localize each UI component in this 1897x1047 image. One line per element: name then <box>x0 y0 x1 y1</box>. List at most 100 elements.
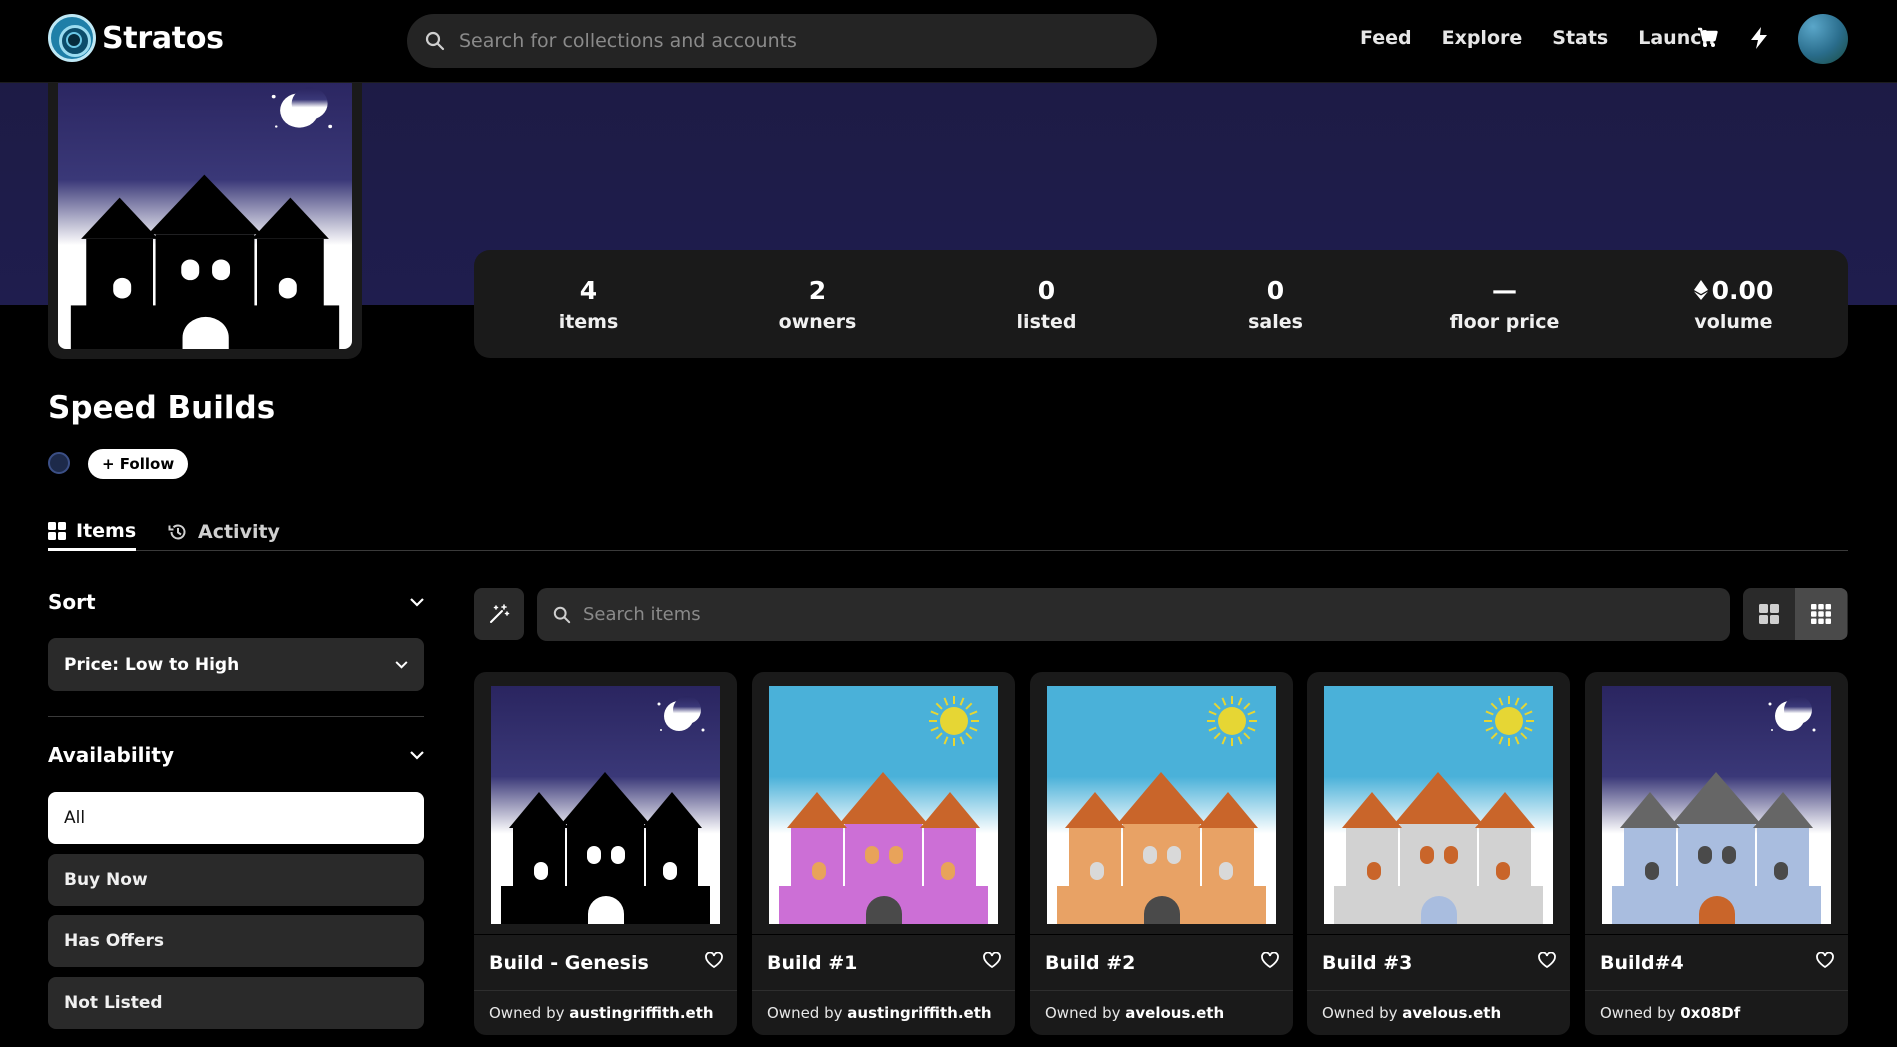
owned-by-prefix: Owned by <box>1322 1004 1398 1022</box>
stat-label: items <box>558 310 619 333</box>
card-divider <box>1030 934 1293 935</box>
heart-icon[interactable] <box>1261 952 1279 968</box>
owner-name[interactable]: 0x08Df <box>1680 1004 1740 1022</box>
item-card[interactable]: Build #3 Owned by avelous.eth <box>1307 672 1570 1035</box>
tab-activity-label: Activity <box>198 521 280 543</box>
stat-value: 0.00 <box>1711 275 1774 305</box>
stat-sales: 0 sales <box>1161 276 1390 333</box>
user-avatar[interactable] <box>1798 14 1848 64</box>
history-icon <box>168 524 186 540</box>
small-grid-view-button[interactable] <box>1795 588 1847 640</box>
item-owner: Owned by 0x08Df <box>1600 1004 1740 1022</box>
nav-links: Feed Explore Stats Launch <box>1360 27 1745 49</box>
collection-stats: 4 items 2 owners 0 listed 0 sales — floo… <box>474 250 1848 358</box>
card-divider <box>1307 990 1570 991</box>
stat-listed: 0 listed <box>932 276 1161 333</box>
card-divider <box>1585 934 1848 935</box>
item-image <box>769 686 998 924</box>
availability-option-all[interactable]: All <box>48 792 424 844</box>
item-owner: Owned by austingriffith.eth <box>767 1004 992 1022</box>
items-search-input[interactable] <box>583 604 1683 625</box>
tab-items-label: Items <box>76 520 137 542</box>
sort-select[interactable]: Price: Low to High <box>48 638 424 691</box>
card-divider <box>1030 990 1293 991</box>
tab-items[interactable]: Items <box>48 514 137 551</box>
item-image <box>1047 686 1276 924</box>
item-card[interactable]: Build - Genesis Owned by austingriffith.… <box>474 672 737 1035</box>
availability-option-has-offers[interactable]: Has Offers <box>48 915 424 967</box>
item-owner: Owned by avelous.eth <box>1322 1004 1501 1022</box>
card-divider <box>752 934 1015 935</box>
card-divider <box>1307 934 1570 935</box>
nav-link-stats[interactable]: Stats <box>1552 27 1608 49</box>
heart-icon[interactable] <box>705 952 723 968</box>
stat-value: 4 <box>579 275 598 305</box>
item-name: Build #2 <box>1045 952 1136 974</box>
search-icon <box>425 31 445 51</box>
collection-castle-image <box>58 76 352 349</box>
heart-icon[interactable] <box>983 952 1001 968</box>
sun-icon <box>929 696 979 746</box>
large-grid-icon <box>1759 604 1779 624</box>
item-name: Build #3 <box>1322 952 1413 974</box>
brand-name: Stratos <box>102 20 224 56</box>
owned-by-prefix: Owned by <box>489 1004 565 1022</box>
owned-by-prefix: Owned by <box>1600 1004 1676 1022</box>
stat-items: 4 items <box>474 276 703 333</box>
sort-filter-header[interactable]: Sort <box>48 590 424 614</box>
stat-label: listed <box>1016 310 1077 333</box>
nav-link-feed[interactable]: Feed <box>1360 27 1412 49</box>
collection-title: Speed Builds <box>48 390 276 426</box>
items-search-bar[interactable] <box>537 588 1730 641</box>
eth-icon <box>1693 280 1708 300</box>
magic-wand-icon <box>490 604 510 623</box>
nav-link-explore[interactable]: Explore <box>1442 27 1523 49</box>
chevron-down-icon <box>410 597 424 607</box>
chevron-down-icon <box>410 750 424 760</box>
cart-icon[interactable] <box>1696 26 1720 50</box>
availability-filter-header[interactable]: Availability <box>48 743 424 767</box>
heart-icon[interactable] <box>1816 952 1834 968</box>
stat-volume-value: 0.00 <box>1619 276 1848 305</box>
large-grid-view-button[interactable] <box>1743 588 1795 640</box>
view-toggle <box>1743 588 1848 640</box>
collection-tabs: Items Activity <box>48 514 1848 551</box>
global-search-bar[interactable] <box>407 14 1157 68</box>
stat-value: — <box>1492 275 1517 305</box>
stat-label: owners <box>778 310 857 333</box>
brand-logo[interactable]: Stratos <box>48 14 224 62</box>
small-grid-icon <box>1811 604 1831 624</box>
owner-name[interactable]: austingriffith.eth <box>569 1004 713 1022</box>
stat-value: 2 <box>808 275 827 305</box>
item-image <box>1324 686 1553 924</box>
tab-activity[interactable]: Activity <box>168 514 280 550</box>
search-icon <box>553 606 571 623</box>
stat-value: 0 <box>1266 275 1285 305</box>
top-navigation-bar: Stratos Feed Explore Stats Launch <box>0 0 1897 83</box>
lightning-icon[interactable] <box>1748 26 1770 50</box>
stat-value: 0 <box>1037 275 1056 305</box>
item-card[interactable]: Build #1 Owned by austingriffith.eth <box>752 672 1015 1035</box>
availability-heading: Availability <box>48 743 174 767</box>
item-name: Build #1 <box>767 952 858 974</box>
heart-icon[interactable] <box>1538 952 1556 968</box>
sort-selected-value: Price: Low to High <box>64 654 240 675</box>
filter-divider <box>48 716 424 717</box>
follow-button[interactable]: + Follow <box>88 449 189 479</box>
item-card[interactable]: Build#4 Owned by 0x08Df <box>1585 672 1848 1035</box>
card-divider <box>1585 990 1848 991</box>
owned-by-prefix: Owned by <box>1045 1004 1121 1022</box>
owner-name[interactable]: avelous.eth <box>1125 1004 1224 1022</box>
item-name: Build - Genesis <box>489 952 649 974</box>
availability-option-buy-now[interactable]: Buy Now <box>48 854 424 906</box>
item-owner: Owned by austingriffith.eth <box>489 1004 714 1022</box>
owner-name[interactable]: avelous.eth <box>1402 1004 1501 1022</box>
magic-sweep-button[interactable] <box>474 588 524 640</box>
card-divider <box>474 990 737 991</box>
availability-option-not-listed[interactable]: Not Listed <box>48 977 424 1029</box>
stat-label: floor price <box>1449 310 1560 333</box>
sun-icon <box>1207 696 1257 746</box>
global-search-input[interactable] <box>459 30 1119 52</box>
owner-name[interactable]: austingriffith.eth <box>847 1004 991 1022</box>
item-card[interactable]: Build #2 Owned by avelous.eth <box>1030 672 1293 1035</box>
